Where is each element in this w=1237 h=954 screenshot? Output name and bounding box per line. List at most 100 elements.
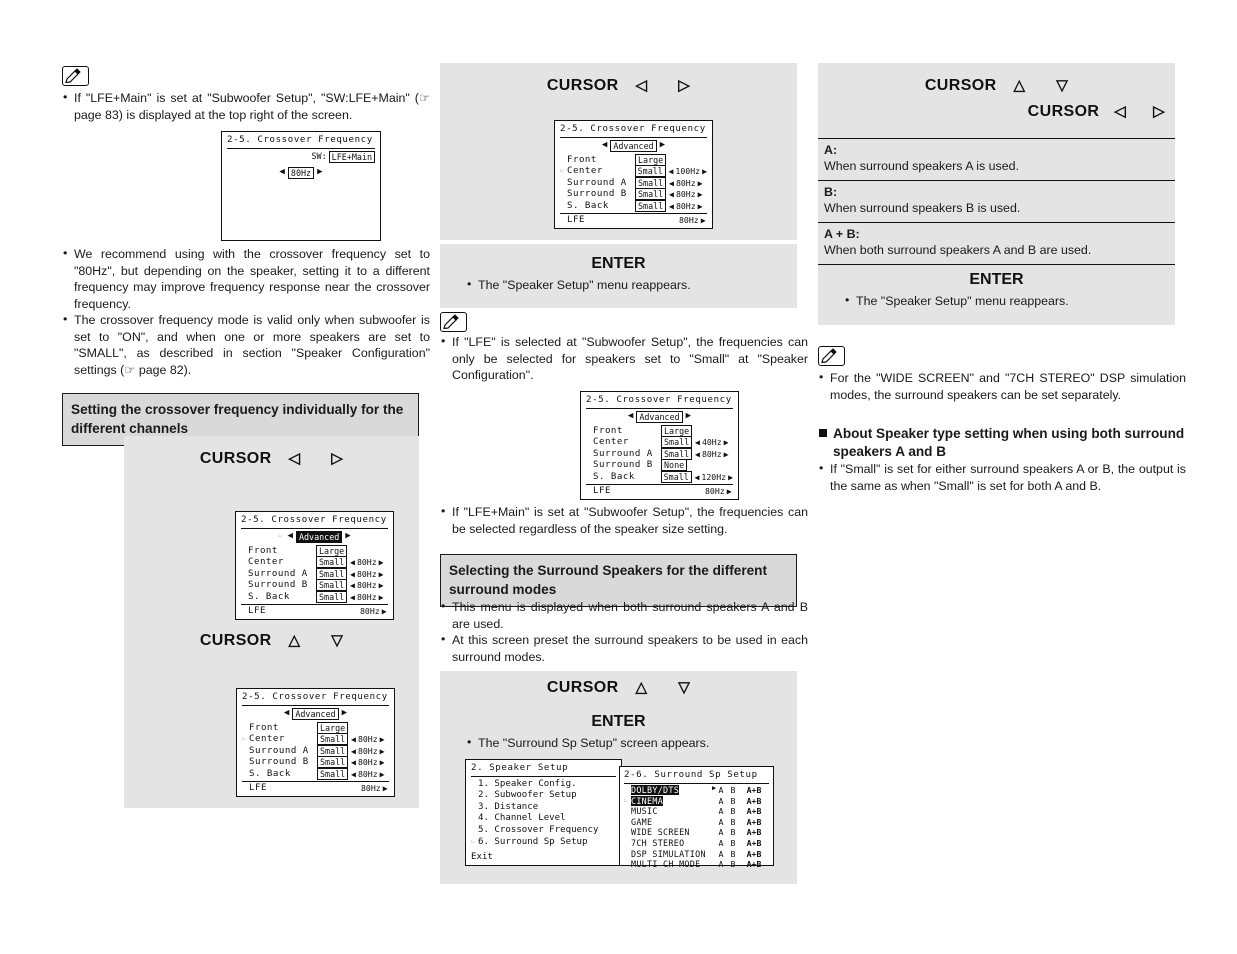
triangle-right-icon: ▷ bbox=[678, 77, 691, 94]
osd-row-frequency-value: 100Hz bbox=[675, 166, 701, 177]
osd-speaker-rows: Front Large Center Small ◀ 80Hz ▶ Surround A Sma… bbox=[241, 544, 388, 618]
osd-speaker-row: LFE 80Hz ▶ bbox=[241, 604, 388, 618]
osd-speaker-row: Surround B Small ◀ 80Hz ▶ bbox=[560, 188, 707, 201]
osd-arrow-left-icon: ◀ bbox=[695, 448, 700, 459]
osd-arrow-left-icon: ◀ bbox=[287, 530, 293, 541]
osd-row-frequency-value: 80Hz bbox=[357, 734, 378, 745]
osd-row-name: LFE bbox=[593, 486, 611, 497]
osd-speaker-row: S. Back Small ◀ 120Hz ▶ bbox=[586, 470, 733, 485]
osd-arrow-right-icon: ▶ bbox=[702, 166, 707, 177]
osd-arrow-right-icon: ▶ bbox=[379, 734, 385, 745]
osd-arrow-right-icon: ▶ bbox=[700, 215, 706, 226]
triangle-up-icon: △ bbox=[288, 632, 301, 649]
osd-row-frequency: ◀ 80Hz ▶ bbox=[351, 746, 385, 758]
osd-row-name: Surround B bbox=[593, 460, 653, 471]
osd-menu-item-label: 6. Surround Sp Setup bbox=[478, 836, 588, 847]
osd-arrow-left-icon: ◀ bbox=[283, 707, 290, 718]
cursor-up-down-row: CURSOR △ ▽ bbox=[124, 632, 419, 650]
osd-row-frequency-value: 80Hz bbox=[356, 591, 377, 602]
osd-arrow-right-icon: ▶ bbox=[378, 557, 384, 568]
osd-row-size: Small bbox=[660, 470, 695, 485]
osd-row-frequency: ◀ 80Hz ▶ bbox=[350, 569, 384, 581]
osd-arrow-left-icon: ◀ bbox=[350, 557, 355, 568]
osd-menu-cursor-mark: ☞ bbox=[471, 837, 476, 846]
osd-row-name: LFE bbox=[567, 215, 585, 226]
surround-option-row: A: When surround speakers A is used. bbox=[818, 139, 1175, 181]
osd-arrow-left-icon: ◀ bbox=[669, 200, 674, 211]
cursor-up-down-row: CURSOR △ ▽ bbox=[818, 63, 1175, 95]
surround-option-value: When both surround speakers A and B are … bbox=[824, 243, 1092, 257]
osd-surround-row: MUSIC A B A+B bbox=[624, 806, 769, 818]
osd-crossover-advanced-a: 2-5. Crossover Frequency ☞ ◀ Advanced ▶ … bbox=[235, 511, 394, 620]
osd-row-frequency-value: 80Hz bbox=[360, 606, 380, 617]
osd-arrow-left-icon: ◀ bbox=[669, 189, 674, 200]
osd-divider bbox=[227, 147, 375, 149]
cursor-label: CURSOR bbox=[924, 77, 997, 95]
osd-surround-mode-name: MULTI CH MODE bbox=[631, 859, 701, 870]
enter-note-1: The "Speaker Setup" menu reappears. bbox=[467, 276, 788, 294]
osd-row-name: LFE bbox=[249, 783, 267, 794]
cursor-left-right-row: CURSOR ◁ ▷ bbox=[818, 103, 1175, 121]
osd-row-name: LFE bbox=[248, 606, 266, 617]
osd-arrow-right-icon: ▶ bbox=[317, 166, 323, 177]
osd-arrow-left-icon: ◀ bbox=[351, 734, 356, 745]
osd-arrow-right-icon: ▶ bbox=[726, 486, 732, 497]
osd-row-cursor-mark: ☞ bbox=[242, 735, 247, 744]
osd-row-name: Center bbox=[249, 734, 285, 745]
osd-title: 2-5. Crossover Frequency bbox=[560, 124, 706, 134]
osd-speaker-row: Front Large bbox=[586, 424, 733, 438]
cursor-label: CURSOR bbox=[199, 450, 272, 468]
osd-row-frequency-value: 80Hz bbox=[705, 486, 725, 497]
osd-speaker-row: Surround A Small ◀ 80Hz ▶ bbox=[242, 744, 389, 758]
osd-row-name: Front bbox=[249, 722, 279, 733]
osd-row-frequency-value: 40Hz bbox=[701, 437, 722, 448]
osd-surround-option: B bbox=[730, 859, 736, 870]
enter-note-2: The "Surround Sp Setup" screen appears. bbox=[467, 734, 788, 752]
osd-menu-items: 1. Speaker Config. 2. Subwoofer Setup 3. D… bbox=[471, 779, 616, 849]
osd-speaker-row: Surround B Small ◀ 80Hz ▶ bbox=[242, 756, 389, 769]
osd-row-name: Surround A bbox=[593, 448, 653, 459]
cursor-label: CURSOR bbox=[1027, 103, 1100, 121]
osd-row-frequency: ◀ 80Hz ▶ bbox=[350, 592, 384, 604]
osd-title: 2-6. Surround Sp Setup bbox=[624, 770, 758, 780]
osd-title: 2. Speaker Setup bbox=[471, 763, 569, 773]
surround-option-key: A: bbox=[824, 143, 838, 157]
osd-speaker-row: LFE 80Hz ▶ bbox=[586, 484, 733, 498]
osd-title: 2-5. Crossover Frequency bbox=[586, 395, 732, 405]
osd-row-frequency-value: 80Hz bbox=[679, 215, 699, 226]
osd-title: 2-5. Crossover Frequency bbox=[242, 692, 388, 702]
osd-speaker-rows: Front Large Center Small ◀ 40Hz ▶ Surround A Sma… bbox=[586, 424, 733, 498]
osd-row-frequency: ◀ 80Hz ▶ bbox=[695, 449, 729, 461]
osd-advanced-tag: Advanced bbox=[610, 139, 657, 152]
osd-row-name: Front bbox=[248, 545, 278, 556]
osd-row-frequency-value: 80Hz bbox=[356, 580, 377, 591]
bullet-small-setting: If "Small" is set for either surround sp… bbox=[819, 460, 1186, 494]
osd-arrow-left-icon: ◀ bbox=[350, 568, 355, 579]
osd-title: 2-5. Crossover Frequency bbox=[241, 515, 387, 525]
osd-sw-label: SW: bbox=[311, 150, 327, 161]
osd-menu-item-label: 4. Channel Level bbox=[478, 813, 566, 824]
osd-row-frequency: ◀ 80Hz ▶ bbox=[351, 769, 385, 781]
osd-arrow-right-icon: ▶ bbox=[382, 783, 388, 794]
triangle-down-icon: ▽ bbox=[678, 679, 691, 696]
osd-advanced-tag: Advanced bbox=[636, 410, 683, 423]
osd-surround-row: MULTI CH MODE A B A+B bbox=[624, 859, 769, 871]
osd-row-frequency: ◀ 80Hz ▶ bbox=[350, 557, 384, 569]
osd-row-cursor-mark: ☞ bbox=[624, 796, 629, 805]
osd-arrow-right-icon: ▶ bbox=[379, 745, 385, 756]
osd-arrow-left-icon: ◀ bbox=[695, 437, 700, 448]
osd-speaker-rows: Front Large ☞ Center Small ◀ 100Hz ▶ Surround AS… bbox=[560, 153, 707, 227]
osd-row-name: Front bbox=[593, 425, 623, 436]
triangle-left-icon: ◁ bbox=[1114, 103, 1127, 121]
osd-arrow-right-icon: ▶ bbox=[381, 606, 387, 617]
osd-arrow-left-icon: ◀ bbox=[694, 471, 700, 482]
osd-exit-item: Exit bbox=[471, 852, 493, 863]
osd-crossover-advanced-b: 2-5. Crossover Frequency ◀ Advanced ▶ Fr… bbox=[236, 688, 395, 797]
osd-surround-row: 7CH STEREO A B A+B bbox=[624, 838, 769, 850]
osd-speaker-row: Front Large bbox=[560, 153, 707, 167]
osd-row-frequency-value: 80Hz bbox=[356, 568, 377, 579]
osd-menu-item: 4. Channel Level bbox=[471, 813, 616, 825]
note-pencil-icon bbox=[62, 66, 89, 86]
triangle-right-icon: ▷ bbox=[331, 450, 344, 467]
osd-row-frequency: ◀ 40Hz ▶ bbox=[695, 437, 729, 449]
